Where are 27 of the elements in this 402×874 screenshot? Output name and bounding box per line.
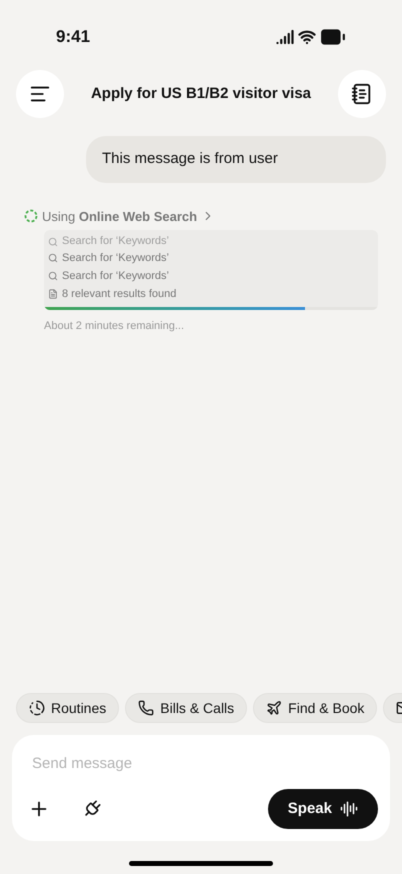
status-time: 9:41 — [56, 26, 90, 48]
notebook-icon — [350, 83, 373, 105]
step-text: Search for ‘Keywords’ — [62, 250, 169, 266]
shortcut-chip[interactable]: Bills & Calls — [125, 693, 248, 723]
speak-button[interactable]: Speak — [268, 789, 378, 829]
shortcut-chip[interactable]: Find & Book — [253, 693, 378, 723]
document-icon — [48, 289, 58, 299]
signal-icon — [276, 28, 294, 46]
tool-status-link[interactable]: Using Online Web Search — [24, 206, 378, 226]
sound-wave-icon — [340, 800, 358, 818]
step-text: Search for ‘Keywords’ — [62, 268, 169, 284]
time-remaining: About 2 minutes remaining... — [44, 319, 186, 334]
search-icon — [48, 236, 58, 246]
chat-title: Apply for US B1/B2 visitor visa — [90, 84, 312, 104]
step-text: Search for ‘Keywords’ — [62, 234, 169, 250]
clock-icon — [29, 700, 45, 716]
message-field[interactable]: Send message — [32, 751, 370, 775]
step-text: 8 relevant results found — [62, 286, 176, 302]
plane-icon — [266, 700, 282, 716]
search-icon — [48, 253, 58, 263]
menu-button[interactable] — [16, 70, 64, 118]
wifi-icon — [298, 28, 316, 46]
search-icon — [48, 271, 58, 281]
shortcut-chip[interactable]: Routines — [16, 693, 120, 723]
spinner-icon — [24, 209, 38, 224]
phone-icon — [138, 700, 154, 716]
user-message: This message is from user — [86, 136, 386, 182]
